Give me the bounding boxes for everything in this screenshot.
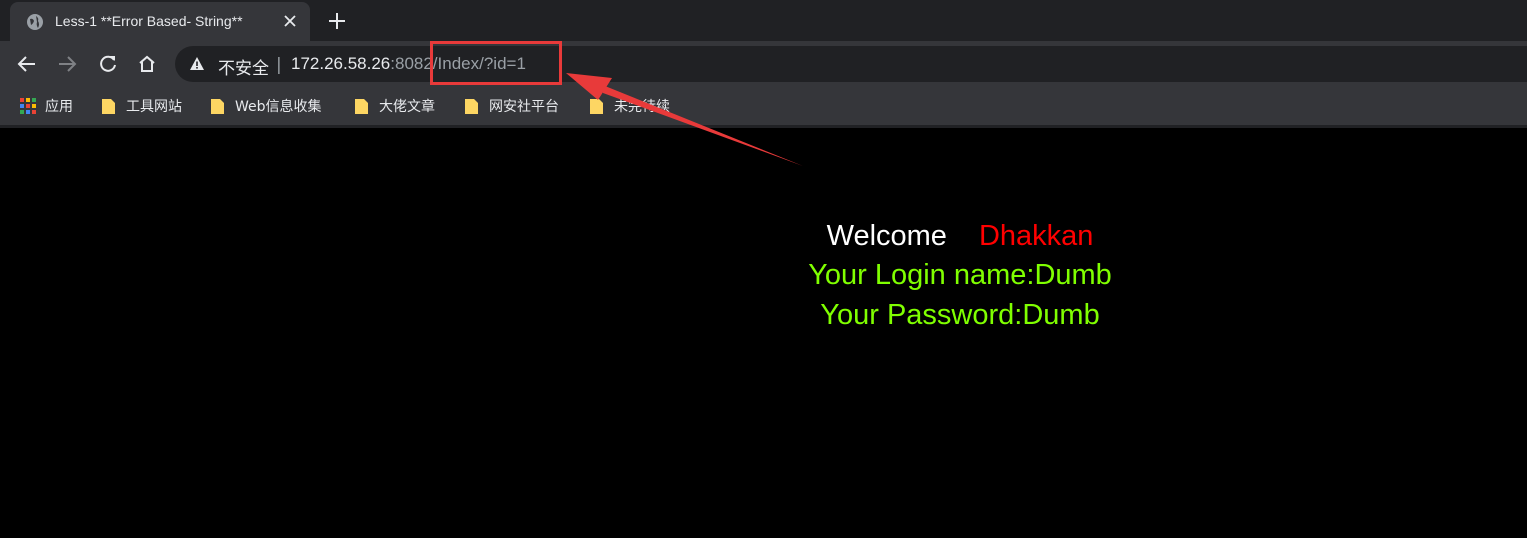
welcome-line: Welcome Dhakkan [0,220,1527,253]
bookmark-label: 应用 [45,99,73,115]
browser-tab[interactable]: Less-1 **Error Based- String** [10,2,310,41]
password-line: Your Password:Dumb [820,299,1100,331]
apps-grid-icon [20,98,36,114]
highlight-box [430,41,562,85]
bookmark-label: 未完待续 [614,99,670,115]
reload-icon[interactable] [97,53,119,75]
folder-icon [590,99,603,114]
forward-arrow-icon[interactable] [56,53,78,75]
home-icon[interactable] [136,53,158,75]
folder-icon [211,99,224,114]
url-separator: | [276,55,282,75]
bookmark-label: 网安社平台 [489,99,559,115]
login-name-line: Your Login name:Dumb [808,259,1112,291]
bookmark-label: 工具网站 [126,99,182,115]
page-content: Welcome Dhakkan Your Login name:Dumb Your… [0,128,1527,538]
bookmarks-bar: 应用 工具网站 Web信息收集 大佬文章 网安社平台 未完待续 [0,88,1527,125]
tab-title: Less-1 **Error Based- String** [55,13,243,29]
bookmark-label: 大佬文章 [379,99,435,115]
address-bar[interactable]: 不安全 | 172.26.58.26:8082/Index/?id=1 [175,46,1527,82]
globe-icon [27,14,43,30]
bookmark-folder-tools[interactable]: 工具网站 [101,96,182,116]
bookmark-apps[interactable]: 应用 [20,96,73,116]
bookmark-folder-tbc[interactable]: 未完待续 [589,96,670,116]
close-icon[interactable] [282,13,298,29]
bookmark-folder-articles[interactable]: 大佬文章 [354,96,435,116]
toolbar: 不安全 | 172.26.58.26:8082/Index/?id=1 [0,41,1527,88]
new-tab-plus-icon[interactable] [326,10,348,32]
bookmark-folder-web-info[interactable]: Web信息收集 [210,96,322,116]
folder-icon [102,99,115,114]
tab-strip: Less-1 **Error Based- String** [0,0,1527,41]
folder-icon [465,99,478,114]
not-secure-label[interactable]: 不安全 [218,54,269,79]
back-arrow-icon[interactable] [16,53,38,75]
warning-triangle-icon [190,57,204,70]
username-text: Dhakkan [978,220,1094,252]
welcome-text: Welcome [826,220,947,252]
bookmark-folder-platform[interactable]: 网安社平台 [464,96,559,116]
bookmark-label: Web信息收集 [235,99,322,115]
url-host: 172.26.58.26 [291,54,391,73]
folder-icon [355,99,368,114]
